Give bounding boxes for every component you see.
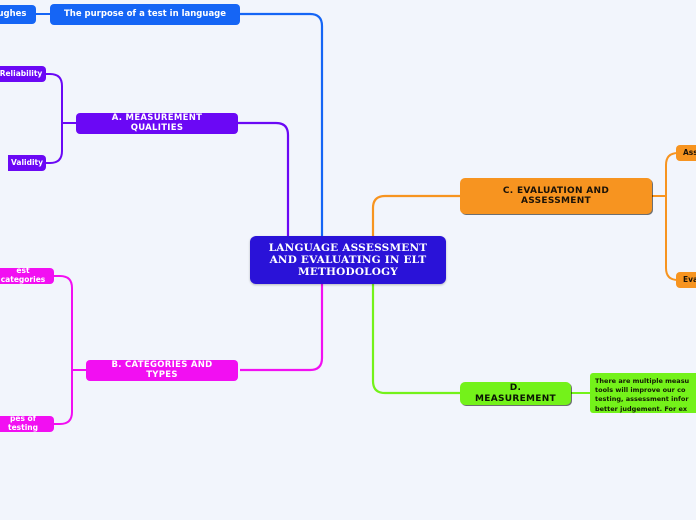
node-reliability[interactable]: Reliability	[0, 66, 46, 82]
node-a-measurement-qualities[interactable]: A. MEASUREMENT QUALITIES	[76, 113, 238, 134]
connector-root-green	[371, 283, 460, 395]
node-reliability-label: Reliability	[0, 68, 43, 78]
connector-root-magenta	[240, 283, 324, 372]
node-assessment-label: Asse	[683, 147, 696, 157]
connector-root-blue	[240, 12, 324, 240]
connector-purple-child-2	[46, 123, 63, 164]
node-measurement-note-label: There are multiple measu tools will impr…	[595, 377, 690, 413]
node-c-evaluation-and-assessment-label: C. EVALUATION AND ASSESSMENT	[502, 185, 610, 206]
connector-magenta-child-1	[54, 275, 73, 370]
node-evaluation[interactable]: Eval	[676, 272, 696, 288]
node-assessment[interactable]: Asse	[676, 145, 696, 161]
node-measurement-note[interactable]: There are multiple measu tools will impr…	[590, 373, 696, 413]
node-d-measurement[interactable]: D. MEASUREMENT	[460, 382, 571, 405]
node-types-of-testing-label: pes of testing	[8, 414, 38, 432]
node-types-of-testing[interactable]: pes of testing	[0, 414, 54, 432]
connector-orange-child-2	[665, 196, 682, 281]
node-c-evaluation-and-assessment[interactable]: C. EVALUATION AND ASSESSMENT	[460, 178, 652, 214]
node-validity[interactable]: Validity	[8, 155, 46, 171]
node-evaluation-label: Eval	[683, 274, 696, 284]
node-test-categories[interactable]: est categories	[0, 266, 54, 284]
node-hughes[interactable]: ughes	[0, 5, 36, 24]
node-purpose-of-test[interactable]: The purpose of a test in language	[50, 4, 240, 25]
node-b-categories-and-types-label: B. CATEGORIES AND TYPES	[111, 359, 213, 380]
node-d-measurement-label: D. MEASUREMENT	[474, 383, 556, 404]
connector-root-orange	[371, 194, 460, 240]
node-purpose-of-test-label: The purpose of a test in language	[63, 8, 227, 19]
connector-root-purple	[238, 121, 290, 240]
node-a-measurement-qualities-label: A. MEASUREMENT QUALITIES	[111, 112, 203, 133]
root-node[interactable]: LANGUAGE ASSESSMENT AND EVALUATING IN EL…	[250, 236, 446, 284]
mindmap-canvas: LANGUAGE ASSESSMENT AND EVALUATING IN EL…	[0, 0, 696, 520]
connector-purple-child-1	[46, 73, 63, 123]
connector-magenta-child-2	[54, 370, 73, 425]
node-test-categories-label: est categories	[0, 266, 46, 284]
node-b-categories-and-types[interactable]: B. CATEGORIES AND TYPES	[86, 360, 238, 381]
root-node-label: LANGUAGE ASSESSMENT AND EVALUATING IN EL…	[268, 241, 428, 279]
node-hughes-label: ughes	[0, 8, 27, 19]
node-validity-label: Validity	[11, 157, 44, 167]
